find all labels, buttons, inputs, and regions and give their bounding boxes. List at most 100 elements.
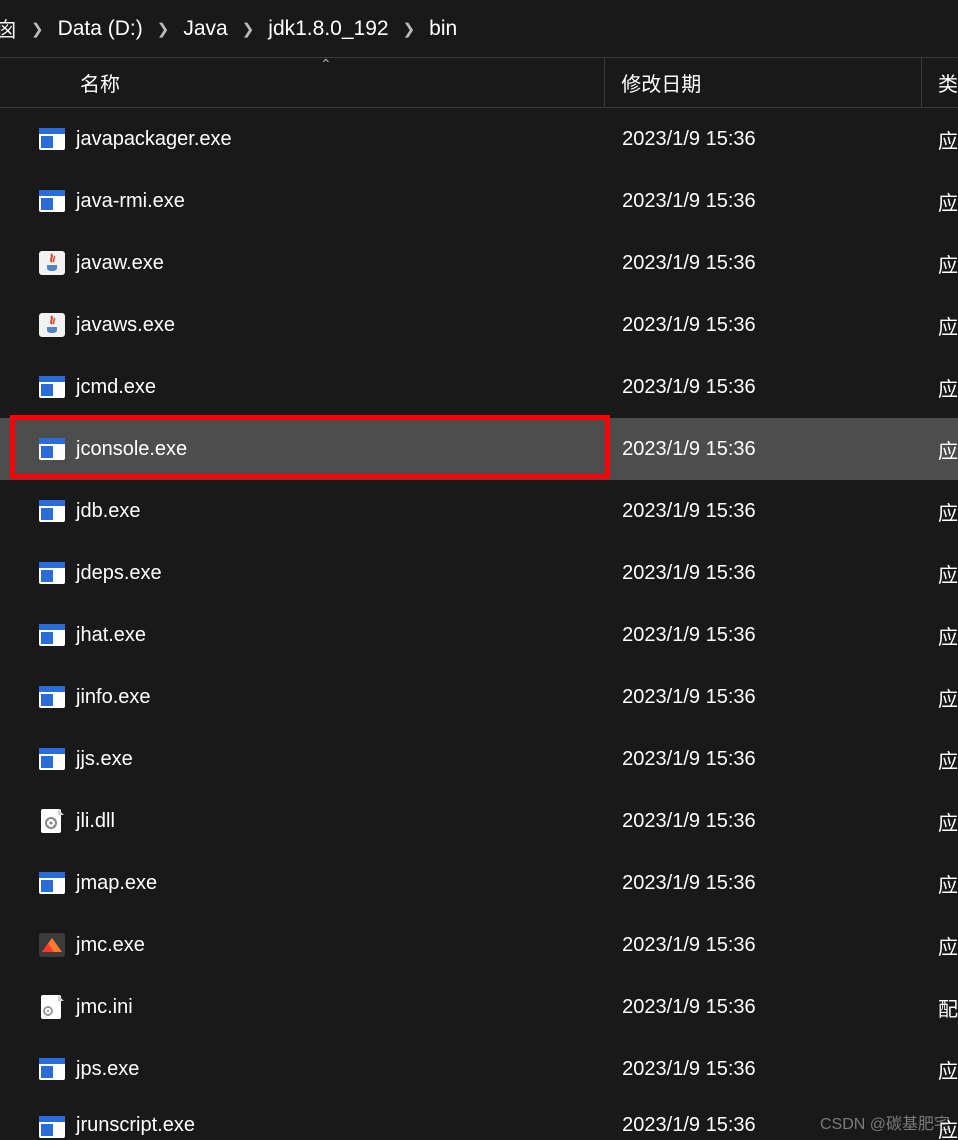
jmc-file-icon [38, 932, 66, 958]
java-file-icon [38, 250, 66, 276]
column-header-type[interactable]: 类 [921, 58, 958, 107]
file-row[interactable]: jmc.exe2023/1/9 15:36应 [0, 914, 958, 976]
file-name: jmap.exe [76, 872, 606, 895]
file-list: javapackager.exe2023/1/9 15:36应java-rmi.… [0, 108, 958, 1140]
file-row[interactable]: jinfo.exe2023/1/9 15:36应 [0, 666, 958, 728]
chevron-right-icon: ❯ [242, 20, 255, 38]
file-row[interactable]: jconsole.exe2023/1/9 15:36应 [0, 418, 958, 480]
file-type: 应 [922, 621, 958, 650]
exe-file-icon [38, 126, 66, 152]
file-type: 应 [922, 559, 958, 588]
exe-file-icon [38, 436, 66, 462]
breadcrumb-item[interactable]: Data (D:) [58, 17, 143, 41]
file-type: 应 [922, 497, 958, 526]
file-date: 2023/1/9 15:36 [606, 624, 922, 647]
breadcrumb: 囪 ❯ Data (D:) ❯ Java ❯ jdk1.8.0_192 ❯ bi… [0, 0, 958, 58]
breadcrumb-item[interactable]: Java [183, 17, 227, 41]
file-date: 2023/1/9 15:36 [606, 562, 922, 585]
file-name: jconsole.exe [76, 438, 606, 461]
file-date: 2023/1/9 15:36 [606, 314, 922, 337]
exe-file-icon [38, 622, 66, 648]
chevron-right-icon: ❯ [157, 20, 170, 38]
dll-file-icon [38, 808, 66, 834]
watermark: CSDN @碳基肥宅 [820, 1110, 950, 1134]
file-name: jmc.ini [76, 996, 606, 1019]
exe-file-icon [38, 746, 66, 772]
breadcrumb-prev-icon[interactable]: 囪 [0, 14, 17, 44]
file-date: 2023/1/9 15:36 [606, 438, 922, 461]
breadcrumb-item[interactable]: bin [429, 17, 457, 41]
file-row[interactable]: jdb.exe2023/1/9 15:36应 [0, 480, 958, 542]
file-row[interactable]: jli.dll2023/1/9 15:36应 [0, 790, 958, 852]
file-name: jps.exe [76, 1058, 606, 1081]
file-date: 2023/1/9 15:36 [606, 872, 922, 895]
file-date: 2023/1/9 15:36 [606, 376, 922, 399]
file-name: jmc.exe [76, 934, 606, 957]
exe-file-icon [38, 1114, 66, 1140]
java-file-icon [38, 312, 66, 338]
column-header-row: ⌃ 名称 修改日期 类 [0, 58, 958, 108]
file-date: 2023/1/9 15:36 [606, 996, 922, 1019]
file-type: 应 [922, 683, 958, 712]
file-date: 2023/1/9 15:36 [606, 500, 922, 523]
file-type: 应 [922, 807, 958, 836]
file-name: jjs.exe [76, 748, 606, 771]
exe-file-icon [38, 560, 66, 586]
file-type: 应 [922, 435, 958, 464]
file-name: jcmd.exe [76, 376, 606, 399]
file-row[interactable]: jdeps.exe2023/1/9 15:36应 [0, 542, 958, 604]
column-header-name[interactable]: 名称 [0, 68, 604, 97]
file-row[interactable]: java-rmi.exe2023/1/9 15:36应 [0, 170, 958, 232]
file-date: 2023/1/9 15:36 [606, 810, 922, 833]
file-row[interactable]: javaw.exe2023/1/9 15:36应 [0, 232, 958, 294]
file-name: javaws.exe [76, 314, 606, 337]
exe-file-icon [38, 684, 66, 710]
file-row[interactable]: javapackager.exe2023/1/9 15:36应 [0, 108, 958, 170]
file-type: 应 [922, 125, 958, 154]
exe-file-icon [38, 188, 66, 214]
column-header-date[interactable]: 修改日期 [604, 58, 921, 107]
breadcrumb-item[interactable]: jdk1.8.0_192 [268, 17, 388, 41]
file-row[interactable]: jps.exe2023/1/9 15:36应 [0, 1038, 958, 1100]
file-date: 2023/1/9 15:36 [606, 190, 922, 213]
file-type: 应 [922, 249, 958, 278]
file-name: jdeps.exe [76, 562, 606, 585]
file-type: 应 [922, 373, 958, 402]
file-name: jhat.exe [76, 624, 606, 647]
file-row[interactable]: jrunscript.exe2023/1/9 15:36应 [0, 1100, 958, 1140]
file-row[interactable]: jhat.exe2023/1/9 15:36应 [0, 604, 958, 666]
file-name: jdb.exe [76, 500, 606, 523]
file-type: 应 [922, 311, 958, 340]
file-row[interactable]: jmc.ini2023/1/9 15:36配 [0, 976, 958, 1038]
file-date: 2023/1/9 15:36 [606, 1058, 922, 1081]
file-type: 应 [922, 187, 958, 216]
file-date: 2023/1/9 15:36 [606, 686, 922, 709]
file-row[interactable]: jcmd.exe2023/1/9 15:36应 [0, 356, 958, 418]
file-type: 配 [922, 993, 958, 1022]
file-name: java-rmi.exe [76, 190, 606, 213]
file-row[interactable]: jmap.exe2023/1/9 15:36应 [0, 852, 958, 914]
file-name: javaw.exe [76, 252, 606, 275]
file-type: 应 [922, 931, 958, 960]
file-date: 2023/1/9 15:36 [606, 252, 922, 275]
exe-file-icon [38, 870, 66, 896]
file-type: 应 [922, 745, 958, 774]
file-name: jli.dll [76, 810, 606, 833]
file-row[interactable]: jjs.exe2023/1/9 15:36应 [0, 728, 958, 790]
file-type: 应 [922, 1055, 958, 1084]
exe-file-icon [38, 374, 66, 400]
exe-file-icon [38, 1056, 66, 1082]
file-name: jinfo.exe [76, 686, 606, 709]
file-name: javapackager.exe [76, 128, 606, 151]
file-date: 2023/1/9 15:36 [606, 748, 922, 771]
chevron-right-icon: ❯ [403, 20, 416, 38]
file-date: 2023/1/9 15:36 [606, 128, 922, 151]
ini-file-icon [38, 994, 66, 1020]
file-name: jrunscript.exe [76, 1114, 606, 1137]
file-type: 应 [922, 869, 958, 898]
file-row[interactable]: javaws.exe2023/1/9 15:36应 [0, 294, 958, 356]
chevron-right-icon: ❯ [31, 20, 44, 38]
sort-caret-icon: ⌃ [320, 56, 332, 73]
exe-file-icon [38, 498, 66, 524]
file-date: 2023/1/9 15:36 [606, 934, 922, 957]
